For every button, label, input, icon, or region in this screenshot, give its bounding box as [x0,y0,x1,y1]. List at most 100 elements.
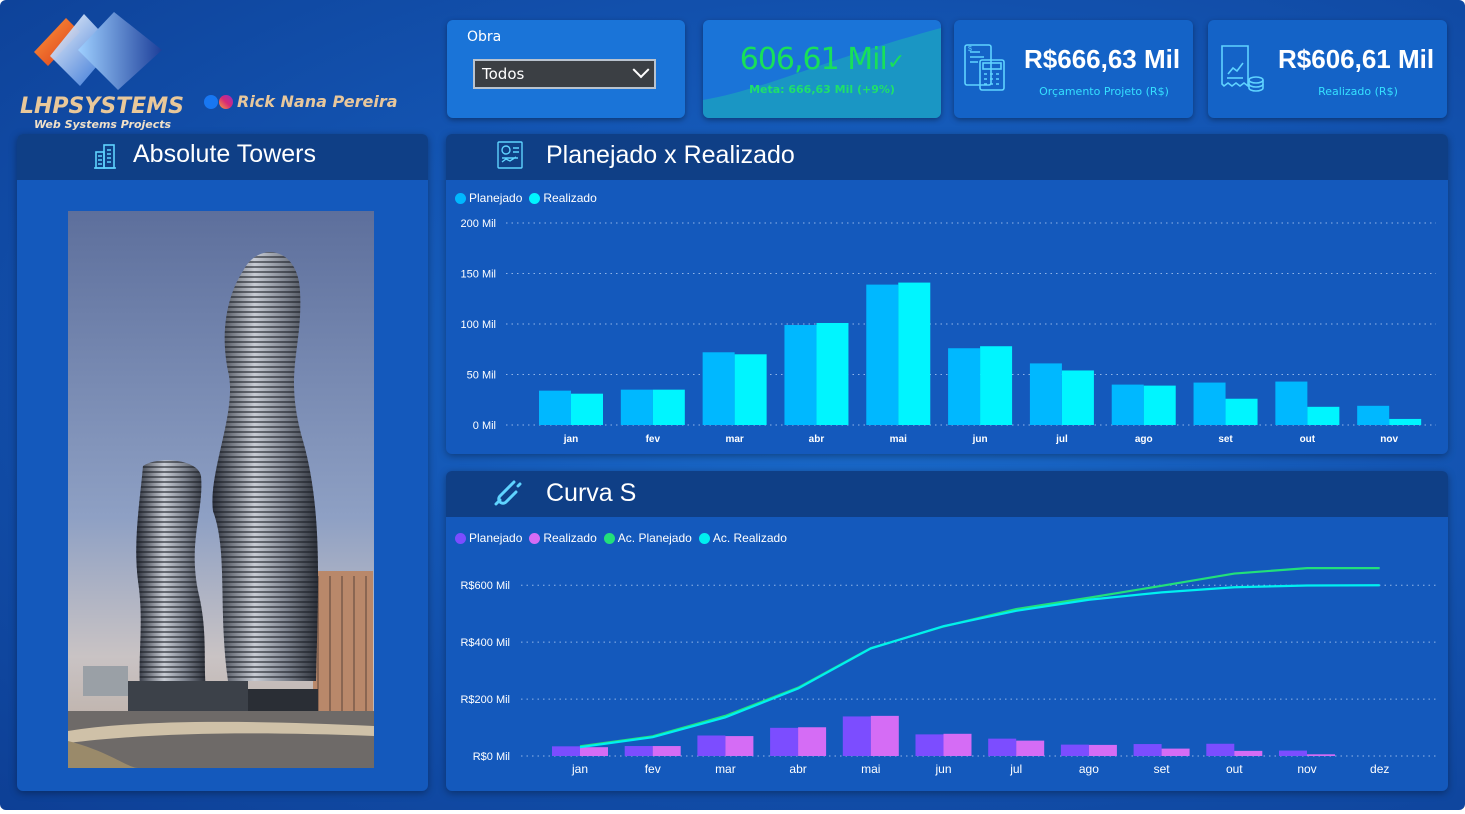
x-tick-label: abr [789,762,806,776]
obra-filter-label: Obra [467,29,502,45]
x-tick-label: mai [890,434,907,445]
project-title: Absolute Towers [133,140,316,168]
x-tick-label: nov [1297,762,1316,776]
y-tick-label: 200 Mil [461,218,496,230]
kpi-realizado-total: R$606,61 Mil [1278,44,1435,74]
bar-planejado [1275,381,1308,425]
kpi-realizado-label: Realizado (R$) [1318,85,1398,98]
bar-planejado [842,716,871,756]
bar-planejado [539,390,571,425]
bar-realizado [725,736,754,756]
bar-realizado [1143,385,1176,425]
bar-planejado [697,735,726,756]
svg-text:$: $ [968,46,972,53]
bar-planejado [624,746,653,756]
project-panel: Absolute Towers [17,134,428,791]
x-tick-label: abr [809,434,825,445]
x-tick-label: set [1154,762,1171,776]
chart1-plot: 0 Mil 50 Mil 100 Mil 150 Mil 200 Mil jan fev ma… [461,218,1436,445]
bar-planejado [1111,384,1144,425]
bar-planejado [702,352,735,425]
logo-text: LHPSYSTEMS [20,94,184,119]
bar-realizado [1016,740,1045,756]
author-name: Rick Nana Pereira [237,92,398,111]
x-tick-label: jan [571,762,588,776]
project-photo [68,211,374,768]
curva-s-panel: Curva S Planejado Realizado Ac. Planejad… [446,471,1448,791]
bar-realizado [1061,370,1094,425]
chart2-plot: R$0 Mil R$200 Mil R$400 Mil R$600 Mil jan fev… [460,567,1436,776]
y-tick-label: 50 Mil [467,370,496,382]
bar-planejado [1029,363,1062,425]
bar-planejado [1279,750,1307,756]
obra-filter-card: Obra Todos [447,20,685,118]
chevron-down-icon [632,61,650,79]
y-tick-label: 150 Mil [461,269,496,281]
dashboard: LHPSYSTEMS Web Systems Projects Rick Nan… [0,0,1465,810]
x-tick-label: jul [1009,762,1022,776]
bar-planejado [1133,744,1162,756]
bar-realizado [734,354,767,425]
bar-planejado [1060,744,1089,756]
line-ac-planejado [579,567,1380,748]
building-icon [94,144,116,169]
x-tick-label: mar [725,434,743,445]
x-tick-label: fev [645,762,661,776]
bar-realizado [898,282,931,425]
bar-planejado [1206,743,1235,756]
bar-realizado [1307,406,1340,425]
bar-planejado [988,738,1017,756]
kpi-realizado-value: 606,61 Mil✓ [739,42,906,77]
bar-planejado [866,284,899,425]
y-tick-label: R$0 Mil [473,751,510,763]
y-tick-label: 0 Mil [473,420,496,432]
x-tick-label: set [1218,434,1233,445]
receipt-chart-icon [1221,45,1264,92]
x-tick-label: dez [1370,762,1389,776]
author-credit[interactable]: Rick Nana Pereira [204,92,398,111]
bar-realizado [580,747,608,756]
facebook-icon [204,94,218,109]
obra-dropdown[interactable]: Todos [473,59,656,89]
x-tick-label: mai [861,762,880,776]
bar-planejado [552,746,580,756]
bar-planejado [770,727,799,756]
y-tick-label: R$600 Mil [460,580,510,592]
planejado-realizado-panel: Planejado x Realizado Planejado Realizad… [446,134,1448,454]
bar-planejado [784,325,817,425]
logo-subtitle: Web Systems Projects [34,118,172,131]
bar-realizado [943,733,972,756]
bar-realizado [1307,754,1335,756]
x-tick-label: jul [1055,434,1068,445]
bar-planejado [1357,405,1390,425]
obra-dropdown-value: Todos [482,65,525,83]
bar-realizado [571,393,603,425]
kpi-meta-text: Meta: 666,63 Mil (+9%) [749,83,895,96]
instagram-icon [219,94,233,109]
bar-planejado [1193,382,1226,425]
budget-calculator-icon: $ [964,44,1005,91]
bar-realizado [980,346,1013,425]
bar-realizado [652,746,681,756]
x-tick-label: out [1300,434,1316,445]
bar-realizado [870,715,899,756]
bar-planejado [620,389,653,425]
bar-realizado [652,389,685,425]
x-tick-label: ago [1135,434,1153,445]
kpi-orcamento: $ R$666,63 Mil Orçamento Projeto (R$) [954,20,1193,118]
y-tick-label: 100 Mil [461,319,496,331]
x-tick-label: jun [934,762,951,776]
bar-realizado [1225,398,1258,425]
kpi-orcamento-value: R$666,63 Mil [1024,44,1181,74]
bar-realizado [1234,750,1263,756]
x-tick-label: jan [563,434,578,445]
bar-planejado [915,734,944,756]
project-panel-header: Absolute Towers [17,134,428,180]
y-tick-label: R$400 Mil [460,637,510,649]
x-tick-label: ago [1079,762,1099,776]
kpi-realizado-vs-meta: 606,61 Mil✓ Meta: 666,63 Mil (+9%) [703,20,941,118]
kpi-realizado: R$606,61 Mil Realizado (R$) [1208,20,1447,118]
bar-realizado [1161,748,1190,756]
bar-realizado [816,322,849,425]
y-tick-label: R$200 Mil [460,694,510,706]
